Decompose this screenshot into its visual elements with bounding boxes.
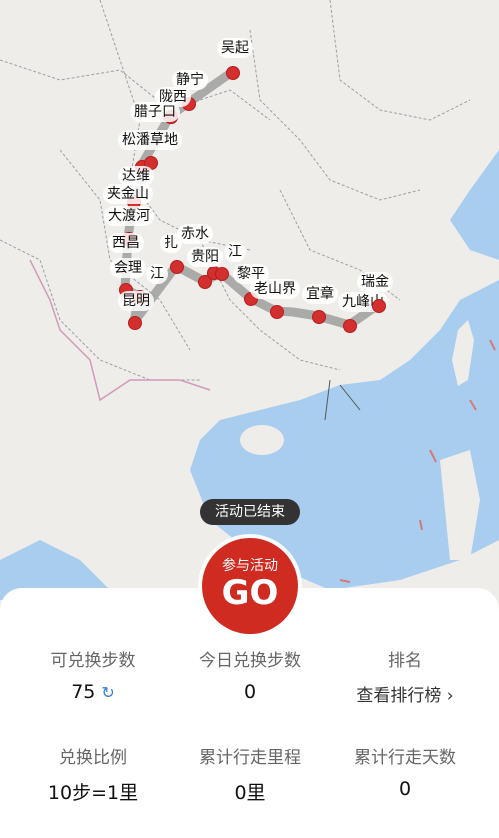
route-marker[interactable] (372, 299, 386, 313)
ratio-value: 10步=1里 (47, 782, 139, 804)
place-label: 夹金山 (103, 184, 153, 204)
place-label: 松潘草地 (118, 130, 182, 150)
place-label: 赤水 (177, 224, 213, 244)
go-button-label: 参与活动 (222, 558, 278, 574)
place-label: 昆明 (118, 291, 154, 311)
route-marker[interactable] (215, 267, 229, 281)
status-badge: 活动已结束 (200, 499, 300, 525)
refresh-icon[interactable]: ↻ (101, 683, 114, 702)
view-leaderboard-link[interactable]: 查看排行榜 › (322, 681, 488, 706)
route-marker[interactable] (343, 319, 357, 333)
total-days-value: 0 (398, 778, 412, 800)
exchangeable-steps-label: 可兑换步数 (50, 651, 136, 671)
place-label: 吴起 (217, 38, 253, 58)
place-label: 达维 (118, 166, 154, 186)
place-label: 江 (146, 264, 168, 284)
ratio-label: 兑换比例 (59, 748, 127, 768)
rank[interactable]: 排名 查看排行榜 › (322, 646, 488, 706)
place-label: 瑞金 (357, 272, 393, 292)
place-label: 大渡河 (104, 206, 154, 226)
route-marker[interactable] (226, 66, 240, 80)
go-button[interactable]: 参与活动 GO (202, 538, 298, 634)
go-button-text: GO (221, 573, 279, 613)
today-exchanged: 今日兑换步数 0 (167, 646, 333, 703)
place-label: 宜章 (302, 284, 338, 304)
exchange-ratio: 兑换比例 10步=1里 (10, 743, 176, 805)
place-label: 江 (224, 242, 246, 262)
place-label: 西昌 (108, 233, 144, 253)
place-label: 会理 (110, 258, 146, 278)
total-distance: 累计行走里程 0里 (167, 743, 333, 805)
total-days-label: 累计行走天数 (354, 748, 456, 768)
exchangeable-steps-value: 75 (71, 681, 96, 703)
place-label: 贵阳 (187, 247, 223, 267)
rank-label: 排名 (388, 651, 422, 671)
total-distance-label: 累计行走里程 (199, 748, 301, 768)
total-distance-value: 0里 (234, 782, 266, 804)
total-days: 累计行走天数 0 (322, 743, 488, 800)
place-label: 老山界 (250, 279, 300, 299)
today-exchanged-value: 0 (243, 681, 257, 703)
route-marker[interactable] (312, 310, 326, 324)
today-exchanged-label: 今日兑换步数 (199, 651, 301, 671)
route-marker[interactable] (170, 260, 184, 274)
place-label: 腊子口 (130, 102, 180, 122)
exchangeable-steps: 可兑换步数 75 ↻ (10, 646, 176, 703)
route-marker[interactable] (270, 305, 284, 319)
route-marker[interactable] (128, 316, 142, 330)
